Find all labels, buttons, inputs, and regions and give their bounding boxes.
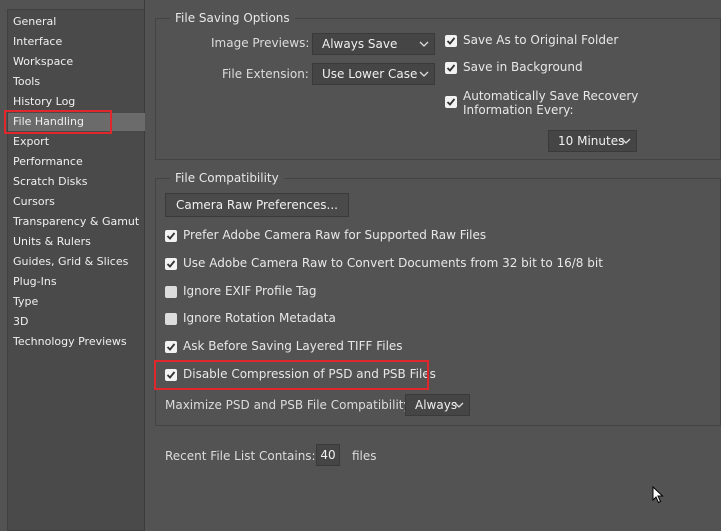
save-as-original-checkbox[interactable] xyxy=(445,35,457,47)
sidebar-item-scratch-disks[interactable]: Scratch Disks xyxy=(13,173,87,191)
sidebar-item-technology-previews[interactable]: Technology Previews xyxy=(13,333,127,351)
sidebar-item-history-log[interactable]: History Log xyxy=(13,93,75,111)
recent-file-list-label: Recent File List Contains: xyxy=(165,449,316,463)
sidebar-item-guides-grid-slices[interactable]: Guides, Grid & Slices xyxy=(13,253,128,271)
file-saving-options-title: File Saving Options xyxy=(170,11,295,25)
sidebar-item-tools[interactable]: Tools xyxy=(13,73,40,91)
chevron-down-icon xyxy=(621,138,631,144)
sidebar-item-3d[interactable]: 3D xyxy=(13,313,28,331)
disable-compression-label: Disable Compression of PSD and PSB Files xyxy=(183,367,436,381)
recent-file-suffix: files xyxy=(352,449,377,463)
auto-save-checkbox[interactable] xyxy=(445,96,457,108)
chevron-down-icon xyxy=(419,71,429,77)
save-as-original-label: Save As to Original Folder xyxy=(463,33,619,47)
file-extension-select[interactable]: Use Lower Case xyxy=(312,63,435,85)
recent-file-count-input[interactable]: 40 xyxy=(316,444,340,466)
save-in-background-label: Save in Background xyxy=(463,60,583,74)
auto-save-interval-select[interactable]: 10 Minutes xyxy=(548,130,637,152)
save-in-background-checkbox[interactable] xyxy=(445,62,457,74)
image-previews-label: Image Previews: xyxy=(211,36,310,50)
ignore-rotation-checkbox[interactable] xyxy=(165,313,177,325)
sidebar-item-type[interactable]: Type xyxy=(13,293,38,311)
file-extension-value: Use Lower Case xyxy=(322,67,418,81)
auto-save-interval-value: 10 Minutes xyxy=(558,134,625,148)
sidebar-list: General Interface Workspace Tools Histor… xyxy=(7,9,145,531)
image-previews-select[interactable]: Always Save xyxy=(312,33,435,55)
check-icon xyxy=(166,371,176,379)
ask-layered-tiff-checkbox[interactable] xyxy=(165,341,177,353)
ask-layered-tiff-label: Ask Before Saving Layered TIFF Files xyxy=(183,339,403,353)
chevron-down-icon xyxy=(419,41,429,47)
sidebar-item-cursors[interactable]: Cursors xyxy=(13,193,55,211)
sidebar-item-units-rulers[interactable]: Units & Rulers xyxy=(13,233,91,251)
sidebar-item-general[interactable]: General xyxy=(13,13,56,31)
ignore-exif-label: Ignore EXIF Profile Tag xyxy=(183,284,317,298)
check-icon xyxy=(166,232,176,240)
sidebar-item-performance[interactable]: Performance xyxy=(13,153,83,171)
sidebar-item-workspace[interactable]: Workspace xyxy=(13,53,73,71)
camera-raw-preferences-button[interactable]: Camera Raw Preferences... xyxy=(165,193,349,217)
check-icon xyxy=(446,37,456,45)
file-compatibility-title: File Compatibility xyxy=(170,171,284,185)
ignore-exif-checkbox[interactable] xyxy=(165,286,177,298)
prefer-camera-raw-checkbox[interactable] xyxy=(165,230,177,242)
sidebar-item-transparency-gamut[interactable]: Transparency & Gamut xyxy=(13,213,139,231)
maximize-compat-select[interactable]: Always xyxy=(405,394,470,416)
preferences-sidebar: General Interface Workspace Tools Histor… xyxy=(0,0,145,531)
image-previews-value: Always Save xyxy=(322,37,398,51)
camera-raw-convert-label: Use Adobe Camera Raw to Convert Document… xyxy=(183,256,603,270)
disable-compression-checkbox[interactable] xyxy=(165,369,177,381)
check-icon xyxy=(446,98,456,106)
mouse-cursor-icon xyxy=(652,486,664,504)
auto-save-label-line1: Automatically Save Recovery xyxy=(463,89,639,103)
camera-raw-convert-checkbox[interactable] xyxy=(165,258,177,270)
check-icon xyxy=(166,260,176,268)
maximize-compat-value: Always xyxy=(415,398,458,412)
check-icon xyxy=(446,64,456,72)
file-extension-label: File Extension: xyxy=(222,67,309,81)
maximize-compat-label: Maximize PSD and PSB File Compatibility: xyxy=(165,398,414,412)
check-icon xyxy=(166,343,176,351)
sidebar-item-plug-ins[interactable]: Plug-Ins xyxy=(13,273,57,291)
sidebar-item-file-handling[interactable]: File Handling xyxy=(8,113,145,131)
sidebar-item-interface[interactable]: Interface xyxy=(13,33,62,51)
ignore-rotation-label: Ignore Rotation Metadata xyxy=(183,311,336,325)
auto-save-label-line2: Information Every: xyxy=(463,103,574,117)
chevron-down-icon xyxy=(454,402,464,408)
prefer-camera-raw-label: Prefer Adobe Camera Raw for Supported Ra… xyxy=(183,228,487,242)
sidebar-item-export[interactable]: Export xyxy=(13,133,49,151)
